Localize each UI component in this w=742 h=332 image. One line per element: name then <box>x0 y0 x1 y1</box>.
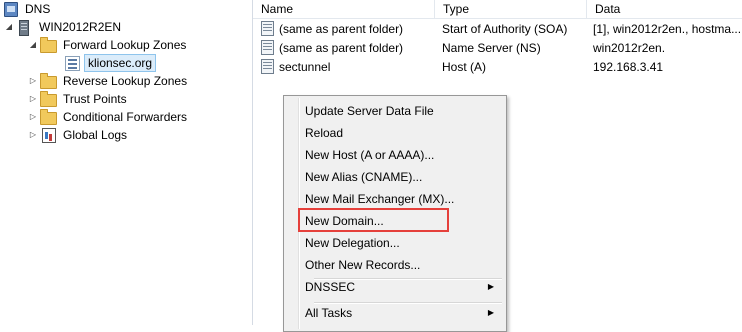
tree-item-trust-points[interactable]: ▷ Trust Points <box>28 90 130 108</box>
record-type-cell: Name Server (NS) <box>442 41 541 55</box>
tree-item-reverse-lookup-zones[interactable]: ▷ Reverse Lookup Zones <box>28 72 190 90</box>
tree-label-trust-points: Trust Points <box>63 92 127 106</box>
tree-item-conditional-forwarders[interactable]: ▷ Conditional Forwarders <box>28 108 190 126</box>
record-icon <box>261 21 274 36</box>
menu-item-update-server-data-file[interactable]: Update Server Data File <box>286 100 504 122</box>
folder-icon <box>40 73 57 89</box>
record-data-cell: [1], win2012r2en., hostma... <box>593 22 741 36</box>
record-name-cell: (same as parent folder) <box>261 20 433 39</box>
menu-item-all-tasks-label: All Tasks <box>305 306 353 320</box>
table-row[interactable]: (same as parent folder) Start of Authori… <box>253 20 742 39</box>
column-header-name[interactable]: Name <box>253 0 435 18</box>
logs-icon <box>40 127 56 143</box>
submenu-arrow-icon: ▶ <box>487 308 494 317</box>
submenu-arrow-icon: ▶ <box>487 282 494 291</box>
console-tree: DNS ◢ WIN2012R2EN ◢ Forward Lookup Zones… <box>0 0 253 325</box>
menu-item-dnssec[interactable]: DNSSEC ▶ <box>286 276 504 298</box>
tree-item-zone-klionsec[interactable]: klionsec.org <box>64 54 157 72</box>
tree-label-server: WIN2012R2EN <box>39 20 122 34</box>
record-name-cell: (same as parent folder) <box>261 39 433 58</box>
tree-item-server[interactable]: ◢ WIN2012R2EN <box>4 18 124 36</box>
record-data-cell: 192.168.3.41 <box>593 60 664 74</box>
record-name-cell: sectunnel <box>261 58 433 77</box>
highlight-box <box>298 208 449 232</box>
record-data-cell: win2012r2en. <box>593 41 666 55</box>
record-type-cell: Start of Authority (SOA) <box>442 22 568 36</box>
folder-icon <box>40 37 57 53</box>
tree-label-forward-zones: Forward Lookup Zones <box>63 38 187 52</box>
tree-label-zone-selected: klionsec.org <box>84 54 157 72</box>
collapse-icon[interactable]: ◢ <box>4 18 14 36</box>
column-header-data[interactable]: Data <box>587 0 742 18</box>
folder-icon <box>40 109 57 125</box>
folder-icon <box>40 91 57 107</box>
tree-label-dns: DNS <box>25 2 51 16</box>
menu-item-new-host[interactable]: New Host (A or AAAA)... <box>286 144 504 166</box>
tree-item-dns[interactable]: DNS <box>2 0 53 18</box>
list-header: Name Type Data <box>253 0 742 19</box>
tree-label-reverse-zones: Reverse Lookup Zones <box>63 74 188 88</box>
menu-item-other-new-records[interactable]: Other New Records... <box>286 254 504 276</box>
menu-item-new-delegation[interactable]: New Delegation... <box>286 232 504 254</box>
server-icon <box>16 19 32 36</box>
expand-icon[interactable]: ▷ <box>28 72 38 90</box>
record-icon <box>261 59 274 74</box>
menu-item-reload[interactable]: Reload <box>286 122 504 144</box>
menu-item-dnssec-label: DNSSEC <box>305 280 356 294</box>
tree-label-conditional-forwarders: Conditional Forwarders <box>63 110 188 124</box>
menu-item-all-tasks[interactable]: All Tasks ▶ <box>286 302 504 324</box>
table-row[interactable]: sectunnel Host (A) 192.168.3.41 <box>253 58 742 77</box>
record-type-cell: Host (A) <box>442 60 487 74</box>
expand-icon[interactable]: ▷ <box>28 90 38 108</box>
menu-item-new-mail-exchanger[interactable]: New Mail Exchanger (MX)... <box>286 188 504 210</box>
tree-item-forward-lookup-zones[interactable]: ◢ Forward Lookup Zones <box>28 36 189 54</box>
tree-item-global-logs[interactable]: ▷ Global Logs <box>28 126 130 144</box>
table-row[interactable]: (same as parent folder) Name Server (NS)… <box>253 39 742 58</box>
column-header-type[interactable]: Type <box>435 0 587 18</box>
tree-label-global-logs: Global Logs <box>63 128 128 142</box>
collapse-icon[interactable]: ◢ <box>28 36 38 54</box>
menu-item-new-alias[interactable]: New Alias (CNAME)... <box>286 166 504 188</box>
zone-icon <box>64 55 80 71</box>
expand-icon[interactable]: ▷ <box>28 108 38 126</box>
expand-icon[interactable]: ▷ <box>28 126 38 144</box>
dns-icon <box>2 1 18 17</box>
record-icon <box>261 40 274 55</box>
